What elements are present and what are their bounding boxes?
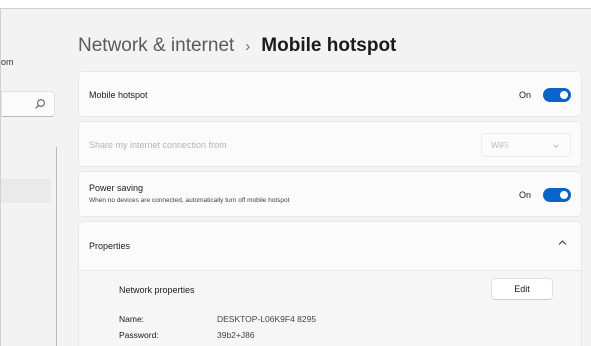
mobile-hotspot-toggle-group: On bbox=[519, 88, 571, 102]
power-saving-description: When no devices are connected, automatic… bbox=[89, 197, 290, 204]
chevron-down-icon bbox=[553, 144, 559, 148]
share-connection-value: WiFi bbox=[491, 140, 508, 150]
sidebar: om bbox=[1, 9, 61, 346]
mobile-hotspot-toggle[interactable] bbox=[543, 88, 571, 102]
share-connection-label: Share my internet connection from bbox=[89, 140, 227, 150]
search-input[interactable] bbox=[1, 91, 55, 117]
sidebar-divider bbox=[56, 147, 57, 346]
power-saving-state-label: On bbox=[518, 190, 531, 200]
chevron-up-icon[interactable] bbox=[558, 239, 567, 246]
power-saving-card: Power saving When no devices are connect… bbox=[78, 171, 582, 217]
password-value: 39b2+J86 bbox=[217, 330, 255, 340]
network-properties-label: Network properties bbox=[119, 285, 195, 295]
properties-label: Properties bbox=[89, 241, 131, 251]
share-connection-dropdown[interactable]: WiFi bbox=[481, 133, 571, 157]
sidebar-item-selected[interactable] bbox=[1, 179, 51, 203]
power-saving-toggle[interactable] bbox=[543, 188, 571, 202]
search-icon[interactable] bbox=[34, 98, 46, 110]
properties-header[interactable]: Properties bbox=[78, 221, 582, 271]
password-label: Password: bbox=[119, 330, 159, 340]
mobile-hotspot-label: Mobile hotspot bbox=[89, 90, 148, 100]
mobile-hotspot-state-label: On bbox=[518, 90, 531, 100]
toggle-knob bbox=[560, 91, 568, 99]
share-connection-card: Share my internet connection from WiFi bbox=[78, 121, 582, 167]
name-value: DESKTOP-L06K9F4 8295 bbox=[217, 314, 317, 324]
name-label: Name: bbox=[119, 314, 145, 324]
breadcrumb-separator-icon: › bbox=[245, 37, 251, 55]
edit-button[interactable]: Edit bbox=[491, 278, 553, 300]
sidebar-user-text: om bbox=[1, 57, 14, 67]
properties-content: Network properties Edit Name: DESKTOP-L0… bbox=[78, 271, 582, 346]
settings-window: om Network & internet › Mobile hotspot M… bbox=[0, 8, 591, 346]
breadcrumb: Network & internet › Mobile hotspot bbox=[78, 35, 396, 57]
power-saving-label: Power saving bbox=[89, 183, 144, 193]
toggle-knob bbox=[560, 191, 568, 199]
breadcrumb-parent[interactable]: Network & internet bbox=[78, 35, 234, 57]
mobile-hotspot-card: Mobile hotspot On bbox=[78, 71, 582, 117]
page-title: Mobile hotspot bbox=[261, 35, 397, 56]
power-saving-toggle-group: On bbox=[519, 188, 571, 202]
